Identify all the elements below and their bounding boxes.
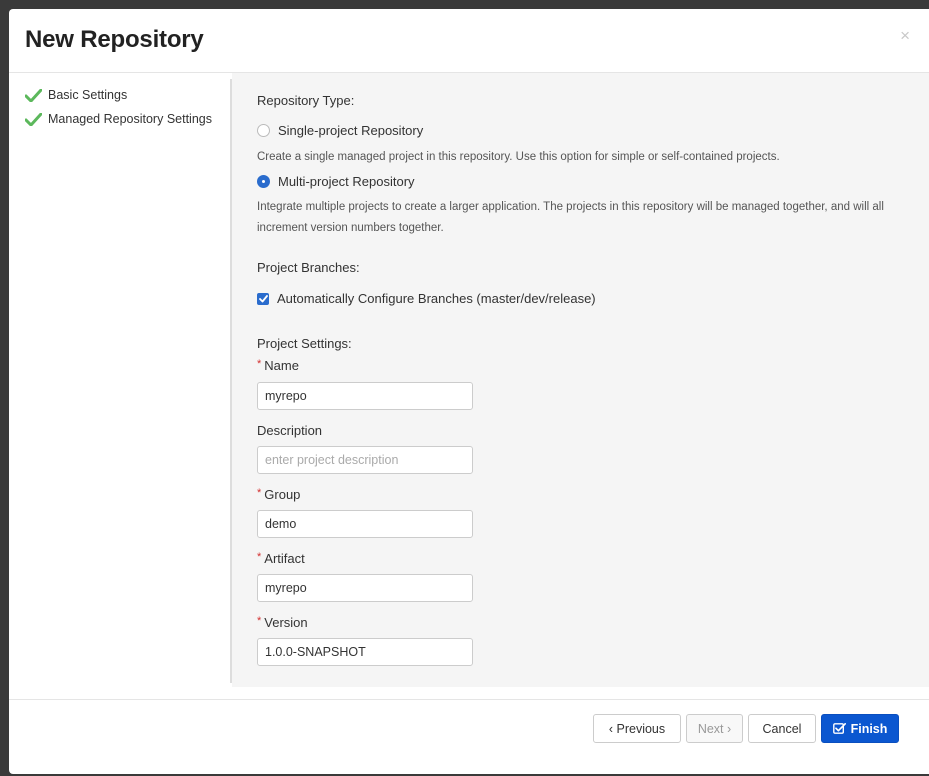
radio-label: Multi-project Repository	[278, 174, 415, 189]
close-icon[interactable]: ×	[900, 26, 910, 46]
checkmark-icon	[258, 294, 268, 302]
new-repository-dialog: New Repository × Basic Settings Managed …	[9, 9, 929, 774]
radio-label: Single-project Repository	[278, 123, 424, 138]
description-label: Description	[257, 423, 323, 438]
radio-single-project[interactable]: Single-project Repository	[257, 123, 423, 138]
radio-button[interactable]	[257, 124, 270, 137]
multi-project-description: Integrate multiple projects to create a …	[257, 201, 884, 234]
settings-panel: Repository Type: Single-project Reposito…	[232, 73, 929, 687]
step-managed-repository-settings[interactable]: Managed Repository Settings	[25, 108, 235, 130]
step-basic-settings[interactable]: Basic Settings	[25, 84, 235, 106]
footer-divider	[9, 699, 929, 700]
previous-button[interactable]: ‹ Previous	[593, 714, 681, 743]
check-icon	[25, 88, 42, 102]
radio-multi-project[interactable]: Multi-project Repository	[257, 174, 415, 189]
step-label: Basic Settings	[48, 88, 128, 102]
dialog-header: New Repository ×	[9, 9, 929, 73]
check-square-icon	[832, 723, 846, 734]
artifact-input[interactable]	[257, 574, 473, 602]
auto-configure-branches-checkbox[interactable]: Automatically Configure Branches (master…	[257, 291, 596, 306]
radio-button-checked[interactable]	[257, 175, 270, 188]
project-settings-heading: Project Settings:	[257, 336, 352, 351]
checkbox-label: Automatically Configure Branches (master…	[277, 291, 596, 306]
name-label: * Name	[257, 358, 299, 373]
description-input[interactable]	[257, 446, 473, 474]
cancel-button[interactable]: Cancel	[748, 714, 816, 743]
project-branches-heading: Project Branches:	[257, 260, 360, 275]
name-input[interactable]	[257, 382, 473, 410]
finish-label: Finish	[850, 721, 888, 736]
wizard-steps: Basic Settings Managed Repository Settin…	[25, 84, 235, 132]
next-button[interactable]: Next ›	[686, 714, 743, 743]
dialog-body: Basic Settings Managed Repository Settin…	[9, 73, 929, 687]
group-label: * Group	[257, 487, 301, 502]
version-input[interactable]	[257, 638, 473, 666]
check-icon	[25, 112, 42, 126]
single-project-description: Create a single managed project in this …	[257, 151, 780, 163]
dialog-title: New Repository	[25, 26, 204, 53]
finish-button[interactable]: Finish	[821, 714, 899, 743]
repository-type-heading: Repository Type:	[257, 93, 355, 108]
step-label: Managed Repository Settings	[48, 112, 212, 126]
group-input[interactable]	[257, 510, 473, 538]
artifact-label: * Artifact	[257, 551, 305, 566]
checkbox-checked[interactable]	[257, 292, 269, 305]
version-label: * Version	[257, 615, 308, 630]
